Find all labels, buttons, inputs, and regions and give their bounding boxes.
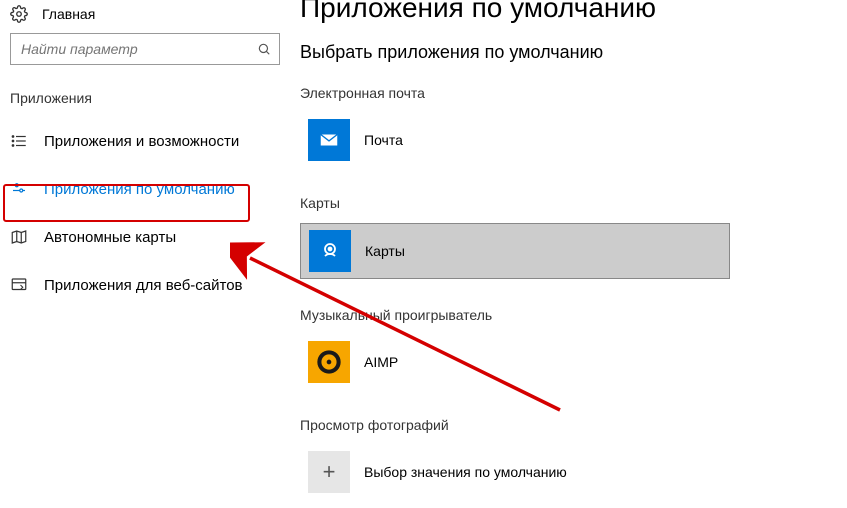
- category-music: Музыкальный проигрыватель AIMP: [300, 307, 827, 389]
- category-maps: Карты Карты: [300, 195, 827, 279]
- sidebar-item-label: Приложения по умолчанию: [44, 181, 235, 198]
- category-label: Музыкальный проигрыватель: [300, 307, 827, 323]
- search-icon: [257, 42, 271, 56]
- sidebar: Главная Приложения Приложения и возможно…: [0, 0, 290, 508]
- plus-icon: +: [308, 451, 350, 493]
- app-tile-maps[interactable]: Карты: [300, 223, 730, 279]
- home-label: Главная: [42, 6, 95, 22]
- page-title: Приложения по умолчанию: [300, 0, 827, 24]
- category-label: Электронная почта: [300, 85, 827, 101]
- sidebar-item-offline-maps[interactable]: Автономные карты: [0, 216, 290, 258]
- maps-app-icon: [309, 230, 351, 272]
- sidebar-item-default-apps[interactable]: Приложения по умолчанию: [0, 168, 290, 210]
- sidebar-item-apps-features[interactable]: Приложения и возможности: [0, 120, 290, 162]
- website-icon: [10, 276, 28, 294]
- app-tile-label: Выбор значения по умолчанию: [364, 464, 567, 480]
- category-label: Карты: [300, 195, 827, 211]
- app-tile-choose-default[interactable]: + Выбор значения по умолчанию: [300, 445, 730, 499]
- app-tile-aimp[interactable]: AIMP: [300, 335, 730, 389]
- sidebar-item-label: Приложения для веб-сайтов: [44, 277, 243, 294]
- list-icon: [10, 132, 28, 150]
- app-tile-label: Карты: [365, 243, 405, 259]
- sidebar-section-title: Приложения: [0, 90, 290, 120]
- gear-icon: [10, 5, 28, 23]
- category-email: Электронная почта Почта: [300, 85, 827, 167]
- search-input[interactable]: [21, 41, 257, 57]
- mail-icon: [308, 119, 350, 161]
- category-photos: Просмотр фотографий + Выбор значения по …: [300, 417, 827, 499]
- category-label: Просмотр фотографий: [300, 417, 827, 433]
- app-tile-label: Почта: [364, 132, 403, 148]
- home-link[interactable]: Главная: [0, 5, 290, 33]
- aimp-icon: [308, 341, 350, 383]
- page-subtitle: Выбрать приложения по умолчанию: [300, 42, 827, 63]
- sidebar-item-apps-websites[interactable]: Приложения для веб-сайтов: [0, 264, 290, 306]
- sidebar-item-label: Приложения и возможности: [44, 133, 239, 150]
- app-tile-label: AIMP: [364, 354, 398, 370]
- defaults-icon: [10, 180, 28, 198]
- search-box[interactable]: [10, 33, 280, 65]
- app-tile-mail[interactable]: Почта: [300, 113, 730, 167]
- map-icon: [10, 228, 28, 246]
- main-content: Приложения по умолчанию Выбрать приложен…: [290, 0, 847, 508]
- sidebar-item-label: Автономные карты: [44, 229, 176, 246]
